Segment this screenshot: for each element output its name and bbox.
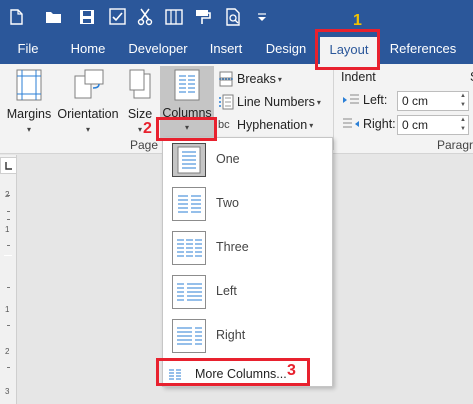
paragraph-group-label: Paragra <box>437 138 473 152</box>
tab-design[interactable]: Design <box>262 34 310 64</box>
chevron-down-icon: ▾ <box>316 97 321 107</box>
columns-option-right[interactable]: Right <box>163 314 332 358</box>
chevron-down-icon: ▾ <box>85 125 90 134</box>
hyphenation-icon: bc <box>218 119 230 131</box>
ruler-number: 2 <box>5 190 10 199</box>
ruler-number: 1 <box>5 305 10 314</box>
ruler-tick <box>7 325 10 326</box>
margins-button[interactable]: Margins ▾ <box>4 68 54 136</box>
tab-file[interactable]: File <box>6 34 50 64</box>
spinner-arrows-icon[interactable]: ▲ ▼ <box>458 116 468 134</box>
indent-left-label: Left: <box>363 93 388 107</box>
chevron-down-icon: ▾ <box>137 125 142 134</box>
tab-home[interactable]: Home <box>62 34 114 64</box>
highlight-columns-dropdown <box>156 117 217 141</box>
spinner-arrows-icon[interactable]: ▲ ▼ <box>458 92 468 110</box>
columns-icon <box>174 69 200 101</box>
customize-dropdown-icon[interactable] <box>252 7 272 27</box>
tab-selector[interactable] <box>0 157 17 174</box>
cut-icon[interactable] <box>135 7 155 27</box>
size-icon <box>129 69 151 99</box>
chevron-down-icon: ▾ <box>26 125 31 134</box>
save-icon[interactable] <box>77 7 97 27</box>
columns-option-left[interactable]: Left <box>163 270 332 314</box>
ruler-tick <box>7 287 10 288</box>
quick-access-toolbar <box>0 0 473 34</box>
breaks-icon <box>219 71 233 87</box>
margins-icon <box>16 69 42 101</box>
format-painter-icon[interactable] <box>193 7 213 27</box>
left-column-icon <box>172 275 206 309</box>
group-separator <box>333 68 334 150</box>
columns-option-three[interactable]: Three <box>163 226 332 270</box>
tab-developer[interactable]: Developer <box>126 34 190 64</box>
orientation-icon <box>74 69 104 99</box>
indent-right-field[interactable]: 0 cm ▲ ▼ <box>397 115 469 135</box>
columns-option-two[interactable]: Two <box>163 182 332 226</box>
indent-left-field[interactable]: 0 cm ▲ ▼ <box>397 91 469 111</box>
indent-header: Indent <box>341 70 376 84</box>
line-numbers-icon <box>219 94 234 110</box>
orientation-button[interactable]: Orientation ▾ <box>56 68 120 136</box>
tab-references[interactable]: References <box>388 34 458 64</box>
one-column-icon <box>172 143 206 177</box>
chevron-down-icon: ▾ <box>309 120 314 130</box>
step-3-label: 3 <box>287 362 296 379</box>
ruler-margin <box>4 255 12 256</box>
new-document-icon[interactable] <box>6 7 26 27</box>
hyphenation-button[interactable]: bc Hyphenation ▾ <box>218 114 313 136</box>
right-column-icon <box>172 319 206 353</box>
ruler-tick <box>7 219 10 220</box>
step-2-label: 2 <box>143 120 152 137</box>
ruler-tick <box>7 245 10 246</box>
indent-right-icon <box>342 117 362 131</box>
line-numbers-button[interactable]: Line Numbers ▾ <box>218 91 321 113</box>
two-columns-icon <box>172 187 206 221</box>
ruler-number: 3 <box>5 387 10 396</box>
open-folder-icon[interactable] <box>44 7 64 27</box>
vertical-ruler: 2 1 1 2 3 <box>0 155 17 404</box>
columns-icon[interactable] <box>164 7 184 27</box>
three-columns-icon <box>172 231 206 265</box>
columns-dropdown-menu: One Two Three Left Right More Columns... <box>162 137 333 387</box>
breaks-button[interactable]: Breaks ▾ <box>218 68 282 90</box>
spelling-check-icon[interactable] <box>108 7 128 27</box>
columns-option-one[interactable]: One <box>163 138 332 182</box>
print-preview-icon[interactable] <box>223 7 243 27</box>
highlight-layout-tab <box>315 29 380 70</box>
ruler-number: 2 <box>5 347 10 356</box>
ruler-tick <box>7 367 10 368</box>
indent-left-icon <box>342 93 362 107</box>
ribbon-tabs: File Home Developer Insert Design Layout… <box>0 34 473 64</box>
ruler-tick <box>7 211 10 212</box>
chevron-down-icon: ▾ <box>277 74 282 84</box>
ruler-number: 1 <box>5 225 10 234</box>
step-1-label: 1 <box>353 12 362 29</box>
tab-insert[interactable]: Insert <box>202 34 250 64</box>
indent-right-label: Right: <box>363 117 396 131</box>
